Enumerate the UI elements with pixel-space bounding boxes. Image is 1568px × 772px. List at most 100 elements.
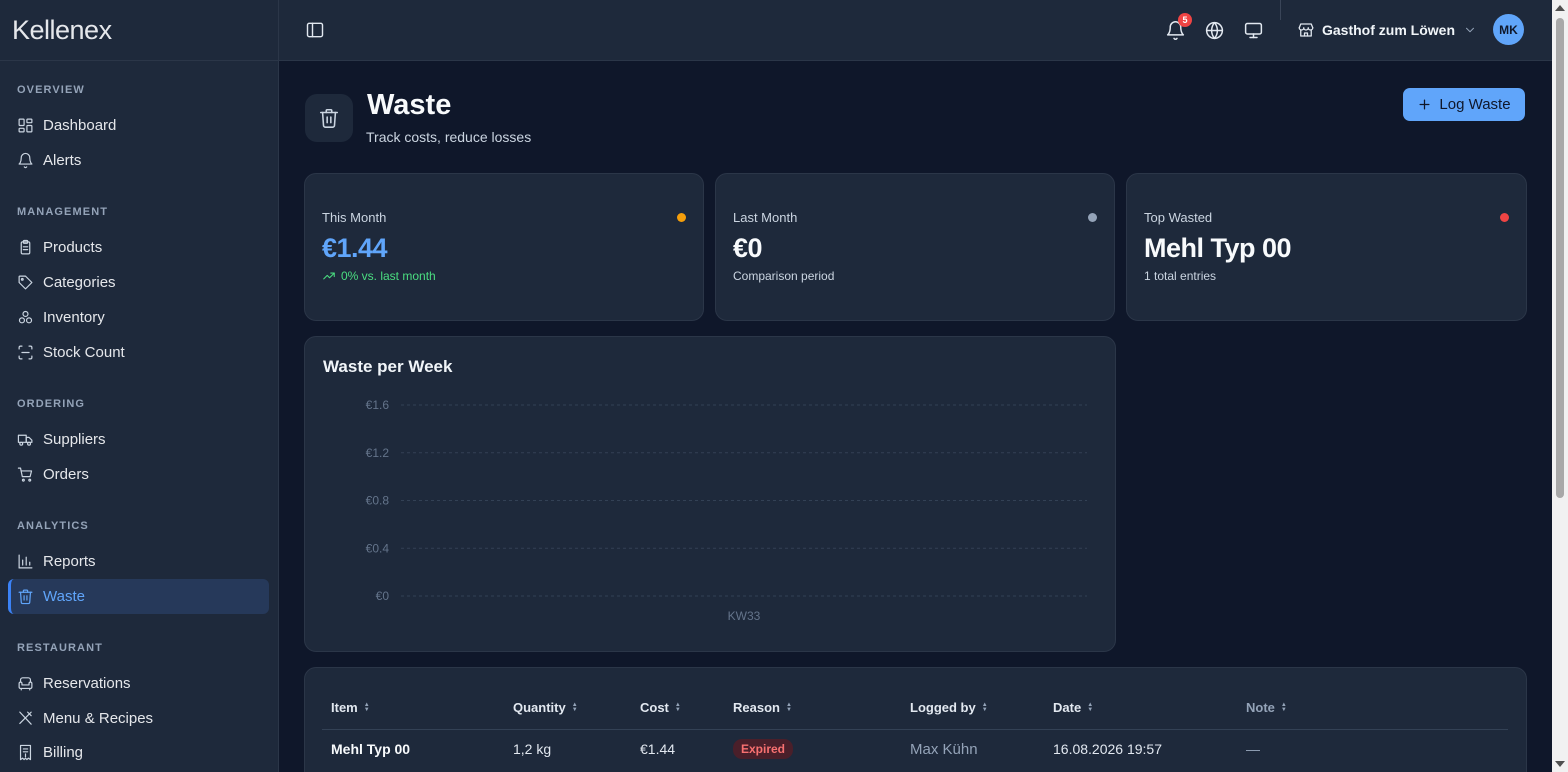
page-subtitle: Track costs, reduce losses xyxy=(366,129,532,145)
sidebar-item-label: Billing xyxy=(43,744,84,761)
page-icon xyxy=(305,94,353,142)
sidebar-item-label: Menu & Recipes xyxy=(43,710,154,727)
scroll-up-arrow[interactable] xyxy=(1555,5,1565,11)
dashboard-icon xyxy=(18,118,33,133)
trash-icon xyxy=(319,108,339,128)
column-header-logged-by[interactable]: Logged by ▲ ▼ xyxy=(910,700,988,715)
sidebar-item-waste[interactable]: Waste xyxy=(8,579,269,614)
stat-note: 0% vs. last month xyxy=(322,269,436,283)
log-waste-button[interactable]: Log Waste xyxy=(1403,88,1525,121)
armchair-icon xyxy=(18,677,33,691)
store-icon xyxy=(1298,23,1314,37)
cell-cost: €1.44 xyxy=(640,741,676,757)
sort-icon: ▲ ▼ xyxy=(1087,701,1094,713)
tag-icon xyxy=(18,275,33,290)
sort-icon: ▲ ▼ xyxy=(674,701,681,713)
scroll-down-arrow[interactable] xyxy=(1555,761,1565,767)
sidebar-toggle-button[interactable] xyxy=(305,20,325,40)
nav-section-restaurant: RESTAURANT xyxy=(17,642,103,654)
language-button[interactable] xyxy=(1202,18,1226,42)
cell-note: — xyxy=(1246,741,1260,757)
column-header-label: Quantity xyxy=(513,700,566,715)
waste-chart: €0 €0.4 €0.8 €1.2 €1.6 KW33 xyxy=(366,398,1087,623)
column-header-label: Reason xyxy=(733,700,780,715)
user-avatar[interactable]: MK xyxy=(1493,14,1524,45)
stat-value: €0 xyxy=(733,233,763,263)
stat-note: 1 total entries xyxy=(1144,269,1216,283)
x-tick-label: KW33 xyxy=(728,609,761,623)
column-header-label: Cost xyxy=(640,700,669,715)
bar-chart-icon xyxy=(18,554,33,569)
cell-quantity: 1,2 kg xyxy=(513,741,552,757)
display-mode-button[interactable] xyxy=(1241,18,1265,42)
column-header-date[interactable]: Date ▲ ▼ xyxy=(1053,700,1093,715)
nav-section-overview: OVERVIEW xyxy=(17,84,85,96)
column-header-quantity[interactable]: Quantity ▲ ▼ xyxy=(513,700,578,715)
status-dot xyxy=(1088,213,1097,222)
restaurant-switcher[interactable]: Gasthof zum Löwen xyxy=(1297,18,1477,42)
sort-icon: ▲ ▼ xyxy=(571,701,578,713)
page-scrollbar[interactable] xyxy=(1552,0,1568,772)
receipt-icon xyxy=(19,744,32,761)
sort-icon: ▲ ▼ xyxy=(1280,701,1287,713)
stat-note-text: Comparison period xyxy=(733,269,835,283)
sidebar-item-products[interactable]: Products xyxy=(8,230,269,265)
stat-note-text: 1 total entries xyxy=(1144,269,1217,283)
cell-date: 16.08.2026 19:57 xyxy=(1053,741,1162,757)
boxes-icon xyxy=(18,310,33,324)
panel-left-icon xyxy=(306,22,324,38)
stat-note-text: 0% vs. last month xyxy=(341,269,436,283)
sidebar-item-reservations[interactable]: Reservations xyxy=(8,666,269,701)
column-header-note[interactable]: Note ▲ ▼ xyxy=(1246,700,1287,715)
stat-value: €1.44 xyxy=(322,233,388,263)
log-waste-label: Log Waste xyxy=(1439,96,1511,113)
status-dot xyxy=(1500,213,1509,222)
brand-logo[interactable]: Kellenex xyxy=(0,0,278,61)
scroll-thumb[interactable] xyxy=(1556,18,1564,498)
sidebar-item-stock-count[interactable]: Stock Count xyxy=(8,335,269,370)
stat-label: Last Month xyxy=(733,210,798,225)
column-header-label: Item xyxy=(331,700,358,715)
stat-label: Top Wasted xyxy=(1144,210,1213,225)
waste-chart-card: Waste per Week €0 €0.4 €0.8 €1.2 €1.6 KW33 xyxy=(304,336,1116,652)
sidebar-item-label: Inventory xyxy=(43,309,105,326)
page-title: Waste xyxy=(367,89,452,121)
column-header-cost[interactable]: Cost ▲ ▼ xyxy=(640,700,681,715)
sidebar-item-alerts[interactable]: Alerts xyxy=(8,143,269,178)
sidebar-item-label: Categories xyxy=(43,274,116,291)
topbar: 5 Gasthof zum Löwen MK xyxy=(279,0,1552,61)
y-tick-label: €0 xyxy=(376,589,390,603)
status-dot xyxy=(677,213,686,222)
sidebar-item-dashboard[interactable]: Dashboard xyxy=(8,108,269,143)
sidebar-item-suppliers[interactable]: Suppliers xyxy=(8,422,269,457)
nav-section-management: MANAGEMENT xyxy=(17,206,109,218)
stat-label: This Month xyxy=(322,210,387,225)
monitor-icon xyxy=(1244,22,1262,38)
sidebar-item-label: Alerts xyxy=(43,152,82,169)
notifications-button[interactable]: 5 xyxy=(1163,13,1192,42)
column-header-item[interactable]: Item ▲ ▼ xyxy=(331,700,370,715)
cell-item: Mehl Typ 00 xyxy=(331,741,411,757)
sidebar-item-reports[interactable]: Reports xyxy=(8,544,269,579)
y-tick-label: €0.4 xyxy=(366,541,390,555)
truck-icon xyxy=(17,434,33,446)
column-header-label: Note xyxy=(1246,700,1275,715)
sidebar-item-categories[interactable]: Categories xyxy=(8,265,269,300)
stat-card-last-month: Last Month €0 Comparison period xyxy=(715,173,1115,321)
stat-card-this-month: This Month €1.44 0% vs. last month xyxy=(304,173,704,321)
sidebar-item-label: Suppliers xyxy=(43,431,106,448)
globe-icon xyxy=(1205,21,1223,39)
trash-icon xyxy=(18,589,33,605)
chevron-down-icon xyxy=(1466,27,1474,33)
nav-section-analytics: ANALYTICS xyxy=(17,520,89,532)
plus-icon xyxy=(1419,99,1430,110)
column-header-label: Logged by xyxy=(910,700,976,715)
sort-icon: ▲ ▼ xyxy=(785,701,792,713)
column-header-reason[interactable]: Reason ▲ ▼ xyxy=(733,700,792,715)
sidebar-item-orders[interactable]: Orders xyxy=(8,457,269,492)
sidebar-item-menu-recipes[interactable]: Menu & Recipes xyxy=(8,701,269,736)
sidebar-item-inventory[interactable]: Inventory xyxy=(8,300,269,335)
sidebar-item-billing[interactable]: Billing xyxy=(8,735,269,770)
cart-icon xyxy=(17,467,33,482)
sidebar-item-label: Products xyxy=(43,239,103,256)
